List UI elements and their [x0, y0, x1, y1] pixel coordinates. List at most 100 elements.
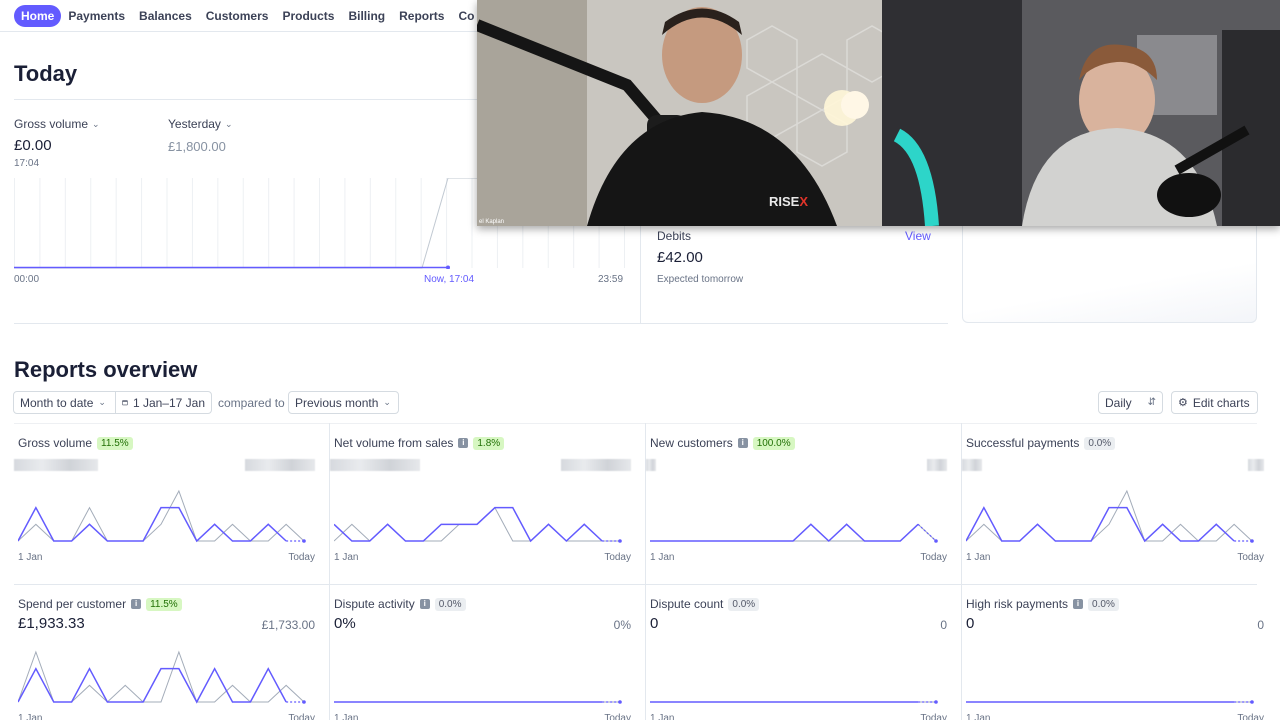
current-series [18, 667, 287, 704]
report-card[interactable]: Gross volume 11.5% 1 Jan Today [14, 423, 330, 584]
nav-reports[interactable]: Reports [392, 5, 451, 27]
sparkline-start-label: 1 Jan [334, 552, 359, 563]
current-series [18, 506, 287, 543]
report-card[interactable]: Dispute activity i 0.0% 0% 0% 1 Jan Today [330, 584, 646, 720]
compared-to-label: compared to [218, 396, 285, 410]
divider [14, 323, 948, 324]
sparkline-start-label: 1 Jan [650, 552, 675, 563]
debits-title: Debits [657, 229, 692, 243]
info-icon[interactable]: i [419, 599, 430, 609]
chevron-down-icon: ⌄ [98, 397, 106, 407]
current-series-end-point [1250, 700, 1254, 704]
range-select[interactable]: Month to date ⌄ [13, 391, 116, 414]
compare-series [966, 489, 1253, 542]
info-icon[interactable]: i [1073, 599, 1084, 609]
card-title-text: Dispute count [650, 597, 724, 611]
card-title-text: Spend per customer [18, 597, 127, 611]
nav-connect[interactable]: Co [451, 5, 480, 27]
report-card[interactable]: New customers i 100.0% 1 Jan Today [646, 423, 962, 584]
sparkline-end-label: Today [604, 552, 631, 563]
axis-now-label: Now, 17:04 [424, 274, 475, 285]
current-series-end-point [302, 700, 306, 704]
chevron-down-icon: ⌄ [383, 397, 391, 407]
change-badge: 0.0% [1084, 436, 1116, 450]
sparkline-chart [334, 700, 622, 704]
card-title: New customers i 100.0% [650, 436, 795, 450]
sparkline-start-label: 1 Jan [966, 552, 991, 563]
change-badge: 0.0% [1088, 597, 1119, 611]
card-compare-value: 0 [940, 618, 947, 632]
blurred-compare [561, 459, 631, 471]
yesterday-label: Yesterday [168, 117, 221, 131]
participant-name-tag: el Kaplan [479, 219, 504, 225]
gross-volume-select[interactable]: Gross volume ⌄ [14, 117, 100, 131]
change-badge: 1.8% [473, 436, 505, 450]
sparkline-end-label: Today [920, 713, 947, 720]
card-compare-value: 0 [1257, 618, 1264, 632]
current-series-end-point [618, 700, 622, 704]
gross-volume-value: £0.00 [14, 137, 52, 154]
top-nav: Home Payments Balances Customers Product… [0, 0, 480, 32]
compare-select[interactable]: Previous month ⌄ [288, 391, 399, 414]
interval-select[interactable]: Daily ⇵ [1098, 391, 1163, 414]
blurred-value [14, 459, 98, 471]
info-icon[interactable]: i [131, 599, 142, 609]
sparkline-chart [966, 700, 1254, 704]
blurred-compare [245, 459, 315, 471]
current-series [650, 523, 919, 543]
nav-home[interactable]: Home [14, 4, 62, 27]
sparkline-start-label: 1 Jan [18, 552, 43, 563]
blurred-value [962, 459, 982, 471]
video-call-overlay: RISEX el Kaplan [477, 0, 1280, 226]
sparkline-end-label: Today [288, 713, 315, 720]
info-icon[interactable]: i [737, 438, 748, 448]
gross-volume-label: Gross volume [14, 117, 89, 131]
sparkline-end-label: Today [288, 552, 315, 563]
date-range-button[interactable]: 1 Jan–17 Jan [115, 391, 212, 414]
yesterday-value: £1,800.00 [168, 139, 226, 154]
card-title-text: Dispute activity [334, 597, 415, 611]
sparkline-end-label: Today [604, 713, 631, 720]
sparkline-chart [650, 700, 938, 704]
current-series [334, 506, 603, 543]
nav-balances[interactable]: Balances [132, 5, 199, 27]
sparkline-start-label: 1 Jan [650, 713, 675, 720]
card-title-text: High risk payments [966, 597, 1069, 611]
calendar-icon [122, 400, 128, 406]
nav-customers[interactable]: Customers [199, 5, 276, 27]
sparkline-start-label: 1 Jan [18, 713, 43, 720]
sparkline-chart [650, 523, 938, 543]
interval-label: Daily [1105, 395, 1132, 410]
card-title-text: Gross volume [18, 436, 93, 450]
report-card[interactable]: Spend per customer i 11.5% £1,933.33 £1,733.… [14, 584, 330, 720]
sparkline-start-label: 1 Jan [966, 713, 991, 720]
sparkline-chart [18, 489, 306, 543]
change-badge: 0.0% [434, 597, 466, 611]
report-card[interactable]: Dispute count 0.0% 0 0 1 Jan Today [646, 584, 962, 720]
nav-payments[interactable]: Payments [61, 5, 132, 27]
nav-products[interactable]: Products [275, 5, 341, 27]
card-title-text: New customers [650, 436, 733, 450]
yesterday-select[interactable]: Yesterday ⌄ [168, 117, 232, 131]
sparkline-end-label: Today [920, 552, 947, 563]
axis-start-label: 00:00 [14, 274, 40, 285]
debits-view-link[interactable]: View [905, 229, 931, 243]
section-title: Reports overview [14, 357, 198, 382]
compare-series [650, 523, 937, 542]
edit-charts-button[interactable]: ⚙ Edit charts [1171, 391, 1258, 414]
card-value: 0% [334, 615, 356, 632]
report-card[interactable]: High risk payments i 0.0% 0 0 1 Jan Today [962, 584, 1278, 720]
report-card[interactable]: Net volume from sales i 1.8% 1 Jan Today [330, 423, 646, 584]
sparkline-chart [334, 506, 622, 543]
card-title: Successful payments 0.0% [966, 436, 1116, 450]
card-title-text: Net volume from sales [334, 436, 454, 450]
info-icon[interactable]: i [458, 438, 469, 448]
card-compare-value: £1,733.00 [261, 618, 315, 632]
card-title: Spend per customer i 11.5% [18, 597, 182, 611]
report-card[interactable]: Successful payments 0.0% 1 Jan Today [962, 423, 1278, 584]
nav-billing[interactable]: Billing [341, 5, 392, 27]
current-series [966, 506, 1235, 543]
range-select-label: Month to date [20, 395, 94, 410]
current-series-end-point [934, 700, 938, 704]
page-title: Today [14, 61, 78, 86]
